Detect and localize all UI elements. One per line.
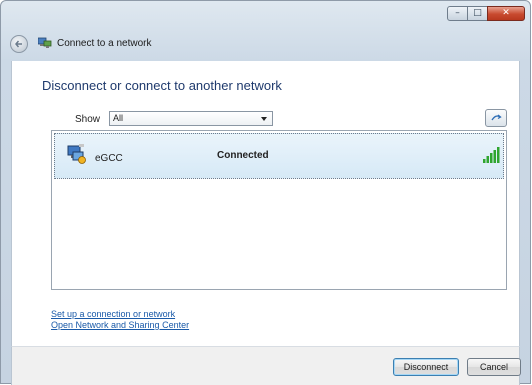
page-heading: Disconnect or connect to another network xyxy=(42,78,282,93)
refresh-button[interactable] xyxy=(485,109,507,127)
minimize-button[interactable]: – xyxy=(447,6,468,21)
network-icon xyxy=(38,37,52,48)
minimize-icon: – xyxy=(455,8,460,18)
sharing-center-link[interactable]: Open Network and Sharing Center xyxy=(51,320,189,330)
maximize-button[interactable]: □ xyxy=(467,6,488,21)
network-row[interactable]: eGCC Connected xyxy=(54,133,504,179)
network-status: Connected xyxy=(217,150,269,161)
wireless-network-icon xyxy=(67,144,86,164)
back-button[interactable] xyxy=(10,35,28,53)
chevron-down-icon xyxy=(261,117,267,121)
close-icon: ✕ xyxy=(502,8,510,18)
back-arrow-icon xyxy=(15,40,22,48)
show-filter-value: All xyxy=(113,113,124,123)
network-name: eGCC xyxy=(95,153,123,164)
signal-strength-icon xyxy=(483,147,500,163)
setup-connection-link[interactable]: Set up a connection or network xyxy=(51,309,175,319)
window-title: Connect to a network xyxy=(57,38,152,49)
cancel-button[interactable]: Cancel xyxy=(467,358,521,376)
close-button[interactable]: ✕ xyxy=(487,6,525,21)
network-list: eGCC Connected xyxy=(51,130,507,290)
show-filter-select[interactable]: All xyxy=(109,111,273,126)
title-bar: – □ ✕ Connect to a network xyxy=(1,1,530,61)
maximize-icon: □ xyxy=(473,8,482,18)
refresh-icon xyxy=(491,114,502,121)
window-controls: – □ ✕ xyxy=(447,6,525,21)
show-label: Show xyxy=(75,114,101,125)
disconnect-button[interactable]: Disconnect xyxy=(393,358,459,376)
